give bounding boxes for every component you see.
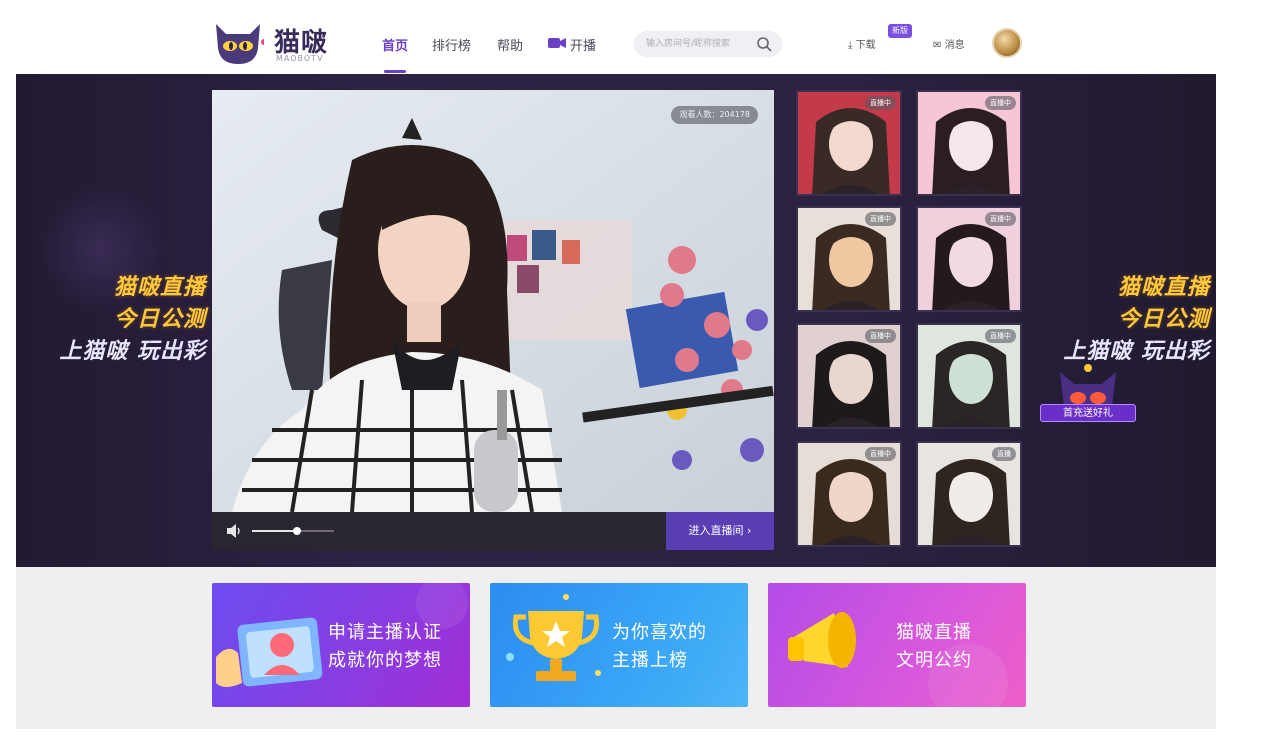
nav-home[interactable]: 首页	[382, 35, 408, 54]
search-box[interactable]	[634, 31, 782, 57]
card-civility-pact[interactable]: 猫啵直播 文明公约	[768, 583, 1026, 707]
card-civility-line1: 猫啵直播	[896, 622, 972, 643]
search-input[interactable]	[646, 36, 756, 52]
camera-icon	[548, 38, 566, 48]
live-badge: 直播中	[865, 447, 896, 461]
message-label: 消息	[944, 40, 965, 51]
volume-knob[interactable]	[293, 527, 302, 535]
nav-help[interactable]: 帮助	[497, 35, 523, 54]
live-badge: 直播中	[985, 212, 1016, 226]
new-version-badge: 新版	[888, 24, 912, 38]
enter-room-button[interactable]: 进入直播间 ›	[666, 512, 774, 550]
card-ranking[interactable]: 为你喜欢的 主播上榜	[490, 583, 748, 707]
stream-thumbnail[interactable]: 直播中	[796, 206, 902, 312]
video-frame[interactable]: 观看人数：204178	[212, 90, 774, 512]
logo[interactable]: 猫啵 MAOBOTV	[212, 18, 342, 68]
volume-icon[interactable]	[226, 524, 242, 538]
mail-icon: ✉	[933, 40, 942, 51]
live-badge: 直播中	[985, 329, 1016, 343]
viewer-count: 观看人数：204178	[671, 106, 758, 124]
search-icon[interactable]	[756, 36, 772, 52]
promo-line-2: 今日公测	[1117, 307, 1210, 332]
stream-thumbnail[interactable]: 直播中	[796, 90, 902, 196]
featured-video-player[interactable]: 观看人数：204178 进入直播间 ›	[212, 90, 774, 550]
download-icon: ⤓	[848, 40, 853, 51]
promo-line-1: 猫啵直播	[113, 275, 206, 300]
user-avatar[interactable]	[992, 28, 1022, 58]
cat-logo-icon	[216, 24, 264, 64]
stream-thumbnail[interactable]: 直播中	[796, 323, 902, 429]
promo-line-1: 猫啵直播	[1117, 275, 1210, 300]
chevron-right-icon: ›	[747, 524, 752, 537]
promo-text-left: 猫啵直播 今日公测 上猫啵 玩出彩	[26, 272, 206, 368]
download-link[interactable]: ⤓ 下载	[848, 36, 876, 51]
stream-thumbnail[interactable]: 直播中	[916, 90, 1022, 196]
stream-thumbnail[interactable]: 直播	[916, 441, 1022, 547]
enter-room-label: 进入直播间	[688, 524, 744, 537]
top-header: 猫啵 MAOBOTV 首页 排行榜 帮助 开播 ⤓ 下载 新版 ✉ 消息	[0, 0, 1262, 74]
promo-line-3: 上猫啵 玩出彩	[59, 339, 206, 364]
message-link[interactable]: ✉ 消息	[933, 36, 965, 51]
card-apply-text: 申请主播认证 成就你的梦想	[328, 619, 442, 675]
logo-subtitle: MAOBOTV	[276, 54, 324, 63]
streamer-video-image	[212, 90, 774, 512]
live-badge: 直播中	[865, 96, 896, 110]
live-badge: 直播中	[865, 212, 896, 226]
first-charge-gift-label[interactable]: 首充送好礼	[1040, 404, 1136, 422]
card-civility-line2: 文明公约	[896, 650, 972, 671]
stream-thumbnail[interactable]: 直播中	[796, 441, 902, 547]
promo-line-2: 今日公测	[113, 307, 206, 332]
live-badge: 直播中	[985, 96, 1016, 110]
card-ranking-line1: 为你喜欢的	[612, 622, 707, 643]
stream-thumbnail[interactable]: 直播中	[916, 206, 1022, 312]
nav-start-broadcast[interactable]: 开播	[570, 35, 596, 54]
volume-fill	[252, 530, 298, 532]
live-badge: 直播中	[865, 329, 896, 343]
gift-mascot-icon[interactable]	[1040, 362, 1136, 434]
live-badge: 直播	[992, 447, 1016, 461]
card-ranking-line2: 主播上榜	[612, 650, 688, 671]
download-label: 下载	[855, 40, 876, 51]
card-civility-text: 猫啵直播 文明公约	[896, 619, 972, 675]
promo-text-right: 猫啵直播 今日公测 上猫啵 玩出彩	[1030, 272, 1210, 368]
card-apply-line2: 成就你的梦想	[328, 650, 442, 671]
volume-slider[interactable]	[252, 527, 334, 535]
card-apply-anchor[interactable]: 申请主播认证 成就你的梦想	[212, 583, 470, 707]
nav-ranking[interactable]: 排行榜	[432, 35, 471, 54]
video-controls: 进入直播间 ›	[212, 512, 774, 550]
card-ranking-text: 为你喜欢的 主播上榜	[612, 619, 707, 675]
card-apply-line1: 申请主播认证	[328, 622, 442, 643]
stream-thumbnail[interactable]: 直播中	[916, 323, 1022, 429]
nav-active-indicator	[384, 70, 406, 73]
